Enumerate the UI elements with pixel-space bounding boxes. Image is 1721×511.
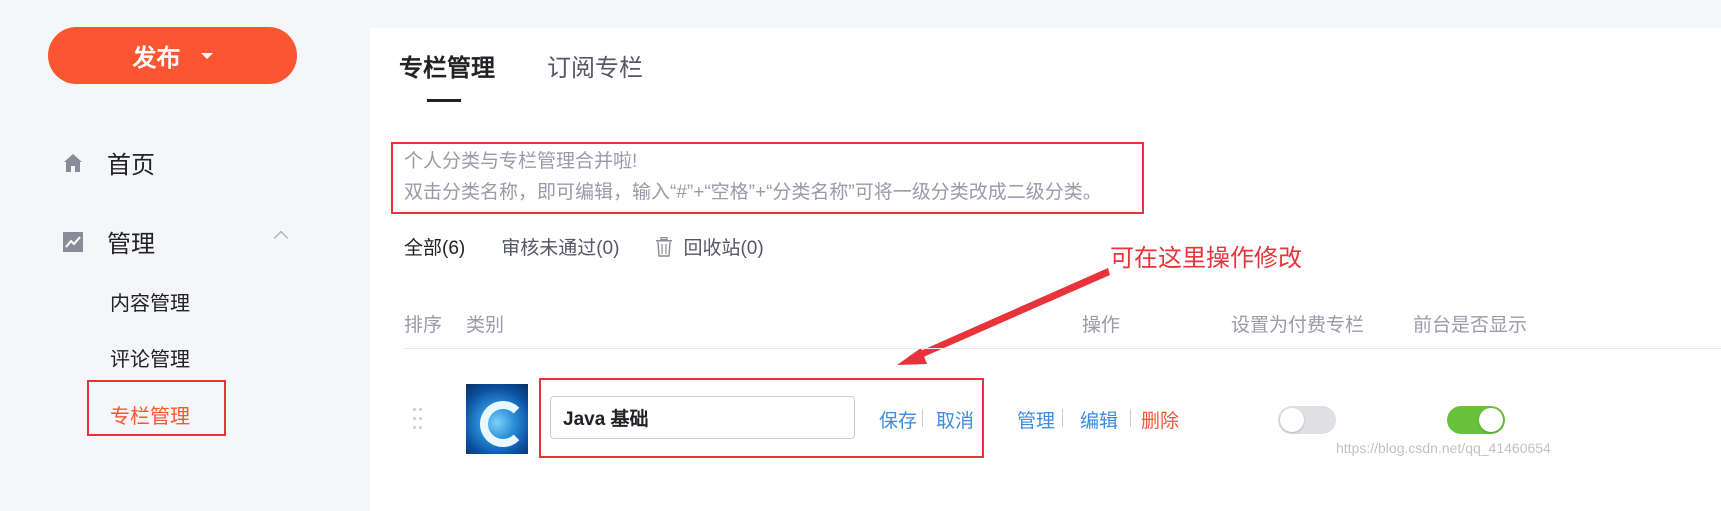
thumbnail-logo-icon	[480, 401, 526, 447]
highlight-box	[87, 380, 226, 436]
manage-link[interactable]: 管理	[1017, 406, 1055, 433]
annotation-text: 可在这里操作修改	[1110, 245, 1302, 272]
toggle-knob	[1280, 408, 1304, 432]
edit-highlight-box	[539, 378, 984, 458]
main-panel: 专栏管理 订阅专栏 个人分类与专栏管理合并啦! 双击分类名称，即可编辑，输入“#…	[370, 28, 1721, 511]
drag-handle-icon[interactable]	[413, 408, 423, 432]
chart-icon	[62, 231, 84, 253]
active-tab-indicator	[427, 99, 461, 102]
visible-toggle[interactable]	[1447, 406, 1505, 434]
header-visible: 前台是否显示	[1413, 315, 1528, 336]
tab-subscribed-columns[interactable]: 订阅专栏	[547, 48, 643, 83]
filter-bar: 全部(6) 审核未通过(0) 回收站(0)	[404, 233, 800, 260]
filter-all[interactable]: 全部(6)	[404, 233, 465, 260]
header-sort: 排序	[404, 315, 443, 336]
publish-label: 发布	[132, 45, 181, 72]
sidebar-item-label: 管理	[107, 231, 155, 258]
header-category: 类别	[466, 315, 505, 336]
filter-recycle-label: 回收站(0)	[683, 238, 764, 259]
filter-rejected[interactable]: 审核未通过(0)	[501, 233, 619, 260]
publish-button[interactable]: 发布	[48, 27, 297, 84]
column-thumbnail	[466, 384, 528, 454]
home-icon	[62, 152, 84, 174]
separator	[1130, 409, 1131, 427]
sidebar-item-home[interactable]: 首页	[62, 145, 155, 180]
watermark-text: https://blog.csdn.net/qq_41460654	[1336, 440, 1551, 456]
separator	[1062, 409, 1063, 427]
header-paid-column: 设置为付费专栏	[1231, 315, 1365, 336]
trash-icon	[655, 236, 673, 257]
sidebar: 发布 首页 管理 内容管理 评论管理 专栏管理	[0, 0, 370, 511]
toggle-knob	[1479, 408, 1503, 432]
edit-link[interactable]: 编辑	[1080, 406, 1118, 433]
tab-column-manage[interactable]: 专栏管理	[399, 48, 495, 83]
sidebar-item-label: 首页	[107, 152, 155, 179]
filter-recycle-bin[interactable]: 回收站(0)	[655, 233, 764, 260]
delete-link[interactable]: 删除	[1141, 406, 1179, 433]
notice-highlight-box	[391, 142, 1144, 214]
paid-column-toggle[interactable]	[1278, 406, 1336, 434]
header-actions: 操作	[1082, 315, 1121, 336]
caret-down-icon	[200, 52, 213, 59]
header-divider	[404, 348, 1721, 349]
sidebar-subitem-comments[interactable]: 评论管理	[110, 343, 190, 372]
sidebar-item-manage[interactable]: 管理	[62, 224, 155, 259]
sidebar-subitem-content[interactable]: 内容管理	[110, 287, 190, 316]
chevron-up-icon[interactable]	[273, 230, 289, 246]
